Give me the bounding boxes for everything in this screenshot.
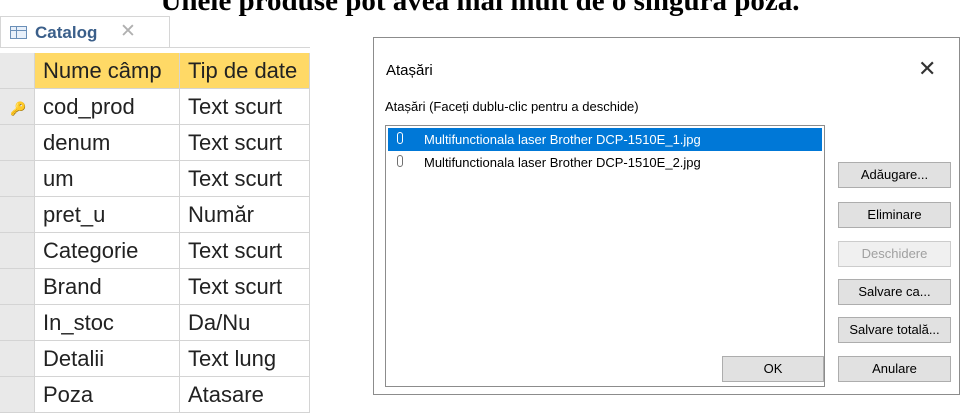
ok-button[interactable]: OK: [722, 356, 824, 382]
dialog-title: Atașări: [386, 62, 433, 79]
close-icon[interactable]: ✕: [918, 56, 936, 82]
tab-catalog[interactable]: Catalog ✕: [0, 16, 170, 48]
cancel-button[interactable]: Anulare: [838, 356, 951, 382]
attachments-list-label: Atașări (Faceți dublu-clic pentru a desc…: [385, 99, 639, 114]
add-button[interactable]: Adăugare...: [838, 162, 951, 188]
list-item[interactable]: Multifunctionala laser Brother DCP-1510E…: [388, 128, 822, 151]
list-item[interactable]: Multifunctionala laser Brother DCP-1510E…: [388, 151, 822, 174]
data-type-cell[interactable]: Număr: [180, 197, 310, 233]
file-name: Multifunctionala laser Brother DCP-1510E…: [424, 155, 701, 170]
field-name-cell[interactable]: Poza: [35, 377, 180, 413]
field-name-cell[interactable]: denum: [35, 125, 180, 161]
field-name-cell[interactable]: pret_u: [35, 197, 180, 233]
field-name-cell[interactable]: um: [35, 161, 180, 197]
row-selector[interactable]: [0, 377, 35, 413]
field-name-cell[interactable]: In_stoc: [35, 305, 180, 341]
key-icon: 🔑: [10, 101, 27, 116]
row-selector[interactable]: [0, 341, 35, 377]
row-selector[interactable]: [0, 233, 35, 269]
save-all-button[interactable]: Salvare totală...: [838, 317, 951, 343]
field-name-cell[interactable]: Brand: [35, 269, 180, 305]
field-name-cell[interactable]: Categorie: [35, 233, 180, 269]
data-type-cell[interactable]: Text scurt: [180, 269, 310, 305]
row-selector[interactable]: [0, 197, 35, 233]
data-type-cell[interactable]: Text scurt: [180, 161, 310, 197]
paperclip-icon: [397, 132, 403, 144]
file-name: Multifunctionala laser Brother DCP-1510E…: [424, 132, 701, 147]
header-data-type: Tip de date: [180, 53, 310, 89]
remove-button[interactable]: Eliminare: [838, 202, 951, 228]
row-selector[interactable]: [0, 125, 35, 161]
tab-label: Catalog: [35, 23, 98, 42]
data-type-cell[interactable]: Text scurt: [180, 125, 310, 161]
data-type-cell[interactable]: Text lung: [180, 341, 310, 377]
close-icon[interactable]: ✕: [120, 20, 136, 43]
row-selector[interactable]: 🔑: [0, 89, 35, 125]
data-type-cell[interactable]: Atasare: [180, 377, 310, 413]
open-button[interactable]: Deschidere: [838, 241, 951, 267]
attachments-list[interactable]: Multifunctionala laser Brother DCP-1510E…: [385, 125, 825, 387]
row-selector[interactable]: [0, 305, 35, 341]
row-selector[interactable]: [0, 269, 35, 305]
header-field-name: Nume câmp: [35, 53, 180, 89]
paperclip-icon: [397, 155, 403, 167]
data-type-cell[interactable]: Da/Nu: [180, 305, 310, 341]
field-name-cell[interactable]: cod_prod: [35, 89, 180, 125]
row-selector[interactable]: [0, 161, 35, 197]
data-type-cell[interactable]: Text scurt: [180, 233, 310, 269]
tab-divider: [0, 47, 310, 48]
attachments-dialog: Atașări ✕ Atașări (Faceți dublu-clic pen…: [373, 37, 960, 395]
save-as-button[interactable]: Salvare ca...: [838, 279, 951, 305]
data-type-cell[interactable]: Text scurt: [180, 89, 310, 125]
field-name-cell[interactable]: Detalii: [35, 341, 180, 377]
table-icon: [10, 26, 27, 39]
row-selector: [0, 53, 35, 89]
